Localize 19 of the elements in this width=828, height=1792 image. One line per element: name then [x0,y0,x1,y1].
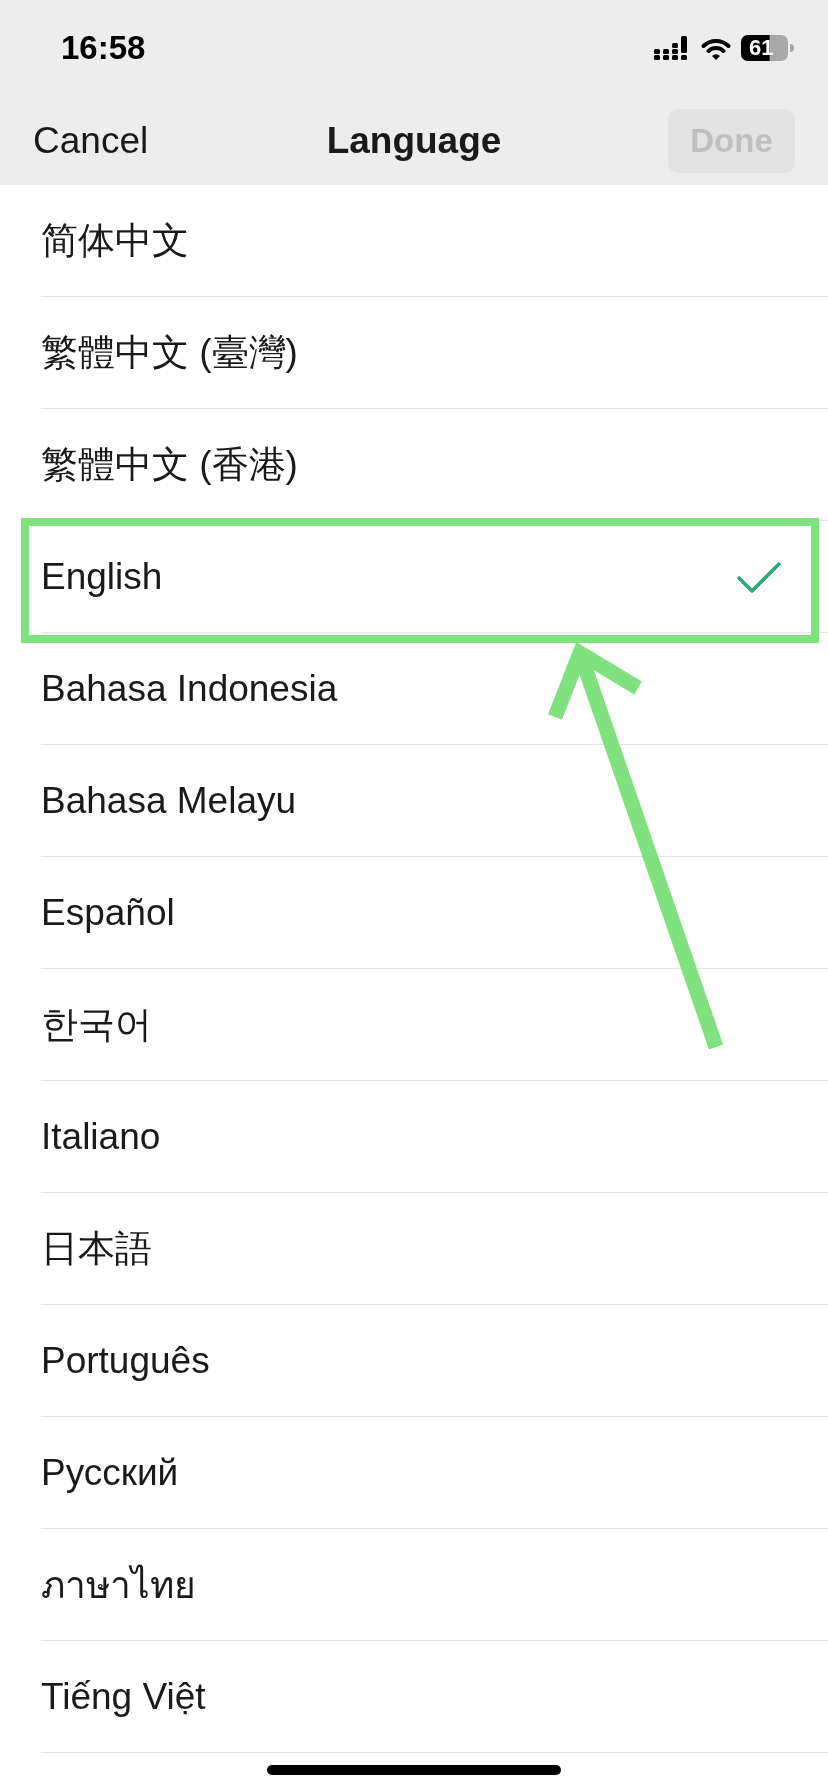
language-option[interactable]: Português [41,1305,828,1417]
status-time: 16:58 [61,29,146,67]
language-option[interactable]: Tiếng Việt [41,1641,828,1753]
cancel-button[interactable]: Cancel [33,119,149,162]
language-option[interactable]: Bahasa Indonesia [41,633,828,745]
language-option[interactable]: Italiano [41,1081,828,1193]
signal-icon [654,36,688,60]
language-option[interactable]: Español [41,857,828,969]
language-option[interactable]: 简体中文 [41,185,828,297]
language-option[interactable]: Bahasa Melayu [41,745,828,857]
language-option[interactable]: 日本語 [41,1193,828,1305]
language-option[interactable]: English [41,521,828,633]
language-option[interactable]: 繁體中文 (香港) [41,409,828,521]
screen-title: Language [326,119,502,162]
language-option[interactable]: 한국어 [41,969,828,1081]
language-option[interactable]: Русский [41,1417,828,1529]
language-option[interactable]: ภาษาไทย [41,1529,828,1641]
wifi-icon [700,36,732,60]
language-option[interactable]: 繁體中文 (臺灣) [41,297,828,409]
